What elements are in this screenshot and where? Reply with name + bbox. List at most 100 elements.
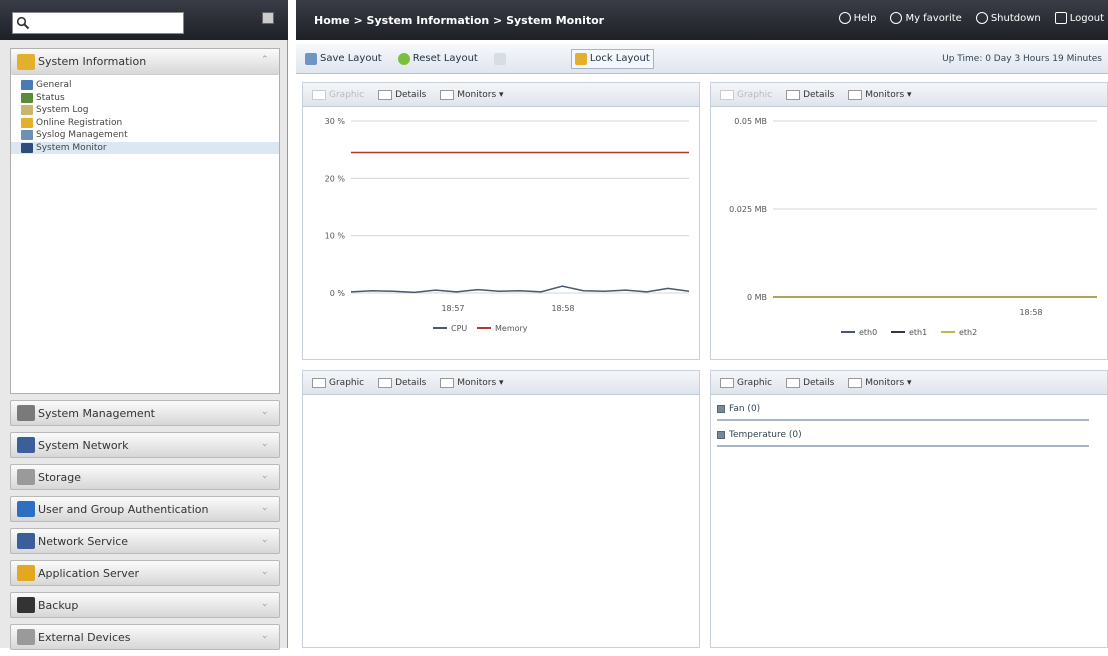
panel-tabs: Graphic Details Monitors ▾ [303, 371, 699, 395]
series-line-cpu [350, 285, 690, 294]
monitors-icon [848, 377, 863, 388]
tab-label: Details [803, 377, 835, 388]
search-input[interactable] [31, 15, 179, 31]
tab-monitors[interactable]: Monitors ▾ [845, 375, 914, 391]
tree-item-label: Status [36, 92, 65, 103]
tree-item-label: System Monitor [36, 142, 107, 153]
legend-label: Memory [495, 324, 528, 333]
logout-link[interactable]: Logout [1054, 12, 1104, 24]
disabled-toolbar-button[interactable] [491, 49, 561, 69]
save-layout-label: Save Layout [320, 53, 382, 64]
fan-label: Fan (0) [729, 404, 761, 414]
shutdown-link[interactable]: Shutdown [975, 12, 1041, 24]
details-icon [786, 377, 801, 388]
tree-item[interactable]: General [11, 79, 279, 92]
details-icon [378, 377, 393, 388]
monitors-icon [440, 377, 455, 388]
tab-graphic[interactable]: Graphic [717, 87, 775, 103]
legend-label: eth1 [909, 328, 927, 337]
expand-icon[interactable]: ⌄ [261, 472, 269, 481]
panel-tabs: Graphic Details Monitors ▾ [711, 371, 1107, 395]
accordion-label: System Network [38, 438, 129, 452]
x-tick-label: 18:57 [441, 304, 464, 313]
storage-icon [17, 469, 35, 485]
reset-icon [397, 52, 410, 65]
accordion-group[interactable]: External Devices ⌄ [10, 624, 280, 650]
help-icon [838, 12, 851, 24]
my-favorite-link[interactable]: My favorite [890, 12, 962, 24]
tab-graphic[interactable]: Graphic [309, 375, 367, 391]
panel-tabs: Graphic Details Monitors ▾ [303, 83, 699, 107]
external-devices-icon [17, 629, 35, 645]
tab-graphic[interactable]: Graphic [309, 87, 367, 103]
lock-layout-label: Lock Layout [589, 53, 650, 64]
users-icon [17, 501, 35, 517]
expand-icon[interactable]: ⌄ [261, 536, 269, 545]
monitors-icon [848, 89, 863, 100]
accordion-label: Storage [38, 470, 82, 484]
tree-item[interactable]: System Log [11, 104, 279, 117]
layout-toolbar: Save Layout Reset Layout Lock Layout Up … [296, 44, 1108, 74]
tab-details[interactable]: Details [783, 375, 837, 391]
wrench-icon [17, 405, 35, 421]
expand-icon[interactable]: ⌄ [261, 632, 269, 641]
monitors-icon [440, 89, 455, 100]
help-link[interactable]: Help [838, 12, 876, 24]
tab-details[interactable]: Details [375, 87, 429, 103]
tab-label: Details [395, 89, 427, 100]
search-box[interactable] [12, 12, 184, 34]
accordion-group[interactable]: Backup ⌄ [10, 592, 280, 618]
tree-item[interactable]: Syslog Management [11, 129, 279, 142]
fan-icon [717, 405, 725, 413]
tab-label: Monitors ▾ [457, 377, 504, 388]
accordion-group[interactable]: User and Group Authentication ⌄ [10, 496, 280, 522]
tree-item[interactable]: Online Registration [11, 117, 279, 130]
tree-item-label: General [36, 80, 72, 91]
tab-details[interactable]: Details [783, 87, 837, 103]
lock-layout-button[interactable]: Lock Layout [570, 48, 654, 69]
accordion-group[interactable]: System Management ⌄ [10, 400, 280, 426]
expand-icon[interactable]: ⌄ [261, 504, 269, 513]
tree-item[interactable]: System Monitor [11, 141, 279, 154]
save-layout-button[interactable]: Save Layout [302, 49, 385, 69]
temperature-label: Temperature (0) [729, 430, 802, 440]
details-icon [786, 89, 801, 100]
accordion-label: External Devices [38, 630, 131, 644]
heart-icon [890, 12, 903, 24]
fan-group[interactable]: Fan (0) [717, 399, 1089, 421]
tab-graphic[interactable]: Graphic [717, 375, 775, 391]
tab-label: Graphic [737, 89, 773, 100]
tab-monitors[interactable]: Monitors ▾ [437, 87, 506, 103]
accordion-group[interactable]: Network Service ⌄ [10, 528, 280, 554]
temperature-icon [717, 431, 725, 439]
expand-icon[interactable]: ⌄ [261, 440, 269, 449]
expand-icon[interactable]: ⌄ [261, 568, 269, 577]
legend-label: eth2 [959, 328, 977, 337]
accordion-group[interactable]: Application Server ⌄ [10, 560, 280, 586]
reset-layout-button[interactable]: Reset Layout [395, 49, 481, 69]
tab-details[interactable]: Details [375, 375, 429, 391]
tab-label: Monitors ▾ [457, 89, 504, 100]
tree-item-icon [21, 117, 33, 128]
collapse-icon[interactable]: ⌃ [261, 56, 269, 65]
accordion-label: User and Group Authentication [38, 502, 209, 516]
tab-monitors[interactable]: Monitors ▾ [845, 87, 914, 103]
tree-item-icon [21, 142, 33, 153]
tree-item[interactable]: Status [11, 92, 279, 105]
system-information-panel: System Information ⌃ General Status System… [10, 48, 280, 394]
x-tick-label: 18:58 [1019, 308, 1042, 317]
collapse-sidebar-icon[interactable] [262, 12, 274, 24]
graphic-icon [720, 89, 734, 100]
expand-icon[interactable]: ⌄ [261, 600, 269, 609]
top-links: Help My favorite Shutdown Logout [838, 12, 1104, 24]
tab-label: Details [395, 377, 427, 388]
accordion-label: Backup [38, 598, 79, 612]
info-icon [17, 53, 35, 70]
accordion-group[interactable]: System Network ⌄ [10, 432, 280, 458]
graphic-icon [720, 377, 734, 388]
accordion-group[interactable]: Storage ⌄ [10, 464, 280, 490]
temperature-group[interactable]: Temperature (0) [717, 425, 1089, 447]
accordion-system-information[interactable]: System Information ⌃ [11, 49, 279, 75]
tab-monitors[interactable]: Monitors ▾ [437, 375, 506, 391]
expand-icon[interactable]: ⌄ [261, 408, 269, 417]
